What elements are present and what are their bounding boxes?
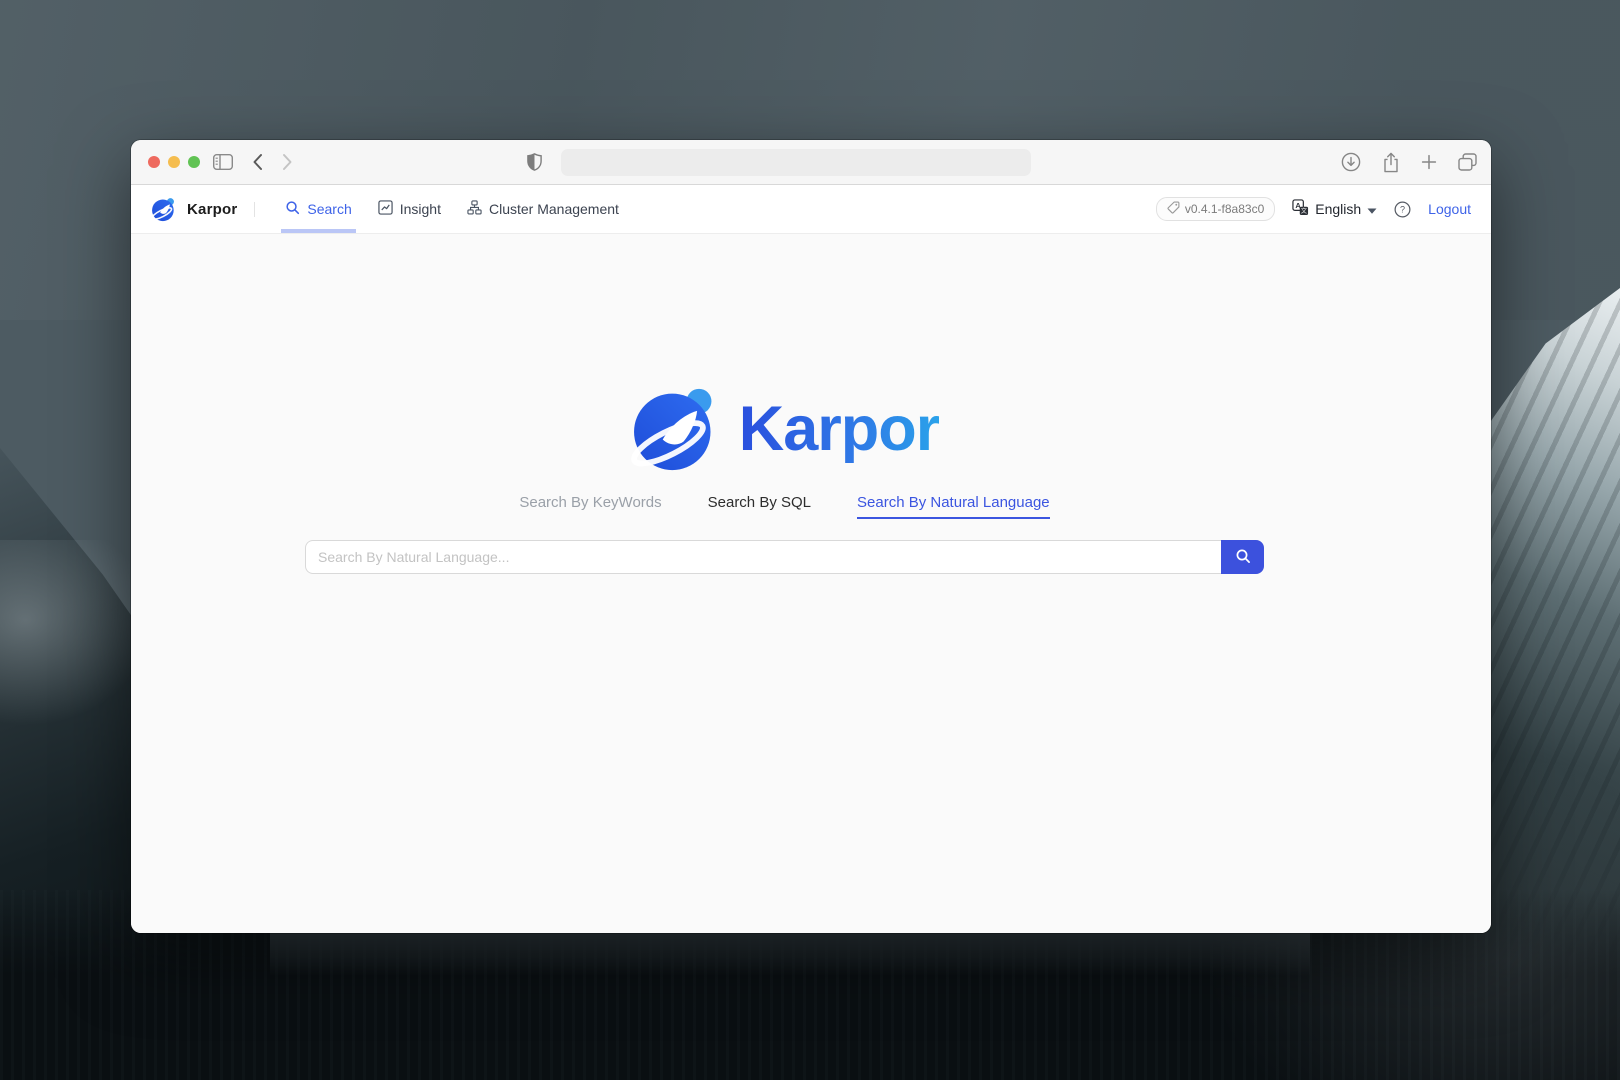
language-label: English xyxy=(1315,201,1361,217)
search-bar xyxy=(305,540,1264,574)
svg-text:?: ? xyxy=(1400,204,1405,214)
traffic-lights xyxy=(148,156,200,168)
forward-icon[interactable] xyxy=(282,153,293,171)
toolbar-center-group xyxy=(527,140,1031,184)
privacy-shield-icon[interactable] xyxy=(527,153,542,171)
svg-text:文: 文 xyxy=(1301,207,1307,215)
tab-search-by-natural-language[interactable]: Search By Natural Language xyxy=(857,494,1050,519)
help-icon[interactable]: ? xyxy=(1394,201,1411,218)
header-divider xyxy=(254,202,255,217)
search-input[interactable] xyxy=(305,540,1221,574)
karpor-logo-icon xyxy=(151,197,178,222)
cluster-tree-icon xyxy=(467,200,482,218)
tag-icon xyxy=(1167,201,1180,217)
main-content: Karpor Search By KeyWords Search By SQL … xyxy=(131,234,1491,933)
version-badge: v0.4.1-f8a83c0 xyxy=(1156,197,1275,221)
sidebar-toggle-icon[interactable] xyxy=(213,154,233,170)
brand-name: Karpor xyxy=(187,201,237,218)
nav-item-label: Insight xyxy=(400,201,441,217)
main-nav: Search Insight Cluster Management xyxy=(272,185,632,233)
browser-window: Karpor Search Insight Cluster Manageme xyxy=(131,140,1491,933)
logout-link[interactable]: Logout xyxy=(1428,201,1471,217)
header-right-group: v0.4.1-f8a83c0 A文 English ? Logout xyxy=(1156,197,1471,221)
karpor-hero-logo: Karpor xyxy=(630,386,940,472)
search-icon xyxy=(285,200,300,218)
hero-logo-text: Karpor xyxy=(739,393,940,465)
brand[interactable]: Karpor xyxy=(151,197,237,222)
version-label: v0.4.1-f8a83c0 xyxy=(1185,202,1264,216)
close-window-button[interactable] xyxy=(148,156,160,168)
nav-item-cluster-management[interactable]: Cluster Management xyxy=(454,185,632,233)
hero-section: Karpor Search By KeyWords Search By SQL … xyxy=(305,386,1264,574)
translate-icon: A文 xyxy=(1292,199,1309,219)
app-header: Karpor Search Insight Cluster Manageme xyxy=(131,185,1491,234)
nav-item-label: Cluster Management xyxy=(489,201,619,217)
nav-item-insight[interactable]: Insight xyxy=(365,185,454,233)
downloads-icon[interactable] xyxy=(1341,152,1361,172)
search-icon xyxy=(1235,548,1251,567)
tab-search-by-keywords[interactable]: Search By KeyWords xyxy=(519,494,661,519)
language-selector[interactable]: A文 English xyxy=(1292,199,1377,219)
tab-overview-icon[interactable] xyxy=(1458,153,1477,171)
insight-chart-icon xyxy=(378,200,393,218)
back-icon[interactable] xyxy=(252,153,263,171)
toolbar-left-group xyxy=(213,140,293,184)
nav-item-search[interactable]: Search xyxy=(272,185,364,233)
browser-toolbar xyxy=(131,140,1491,185)
toolbar-right-group xyxy=(1341,140,1477,184)
share-icon[interactable] xyxy=(1382,152,1400,173)
minimize-window-button[interactable] xyxy=(168,156,180,168)
address-bar[interactable] xyxy=(561,149,1031,176)
search-button[interactable] xyxy=(1221,540,1264,574)
nav-item-label: Search xyxy=(307,201,351,217)
search-mode-tabs: Search By KeyWords Search By SQL Search … xyxy=(519,494,1049,519)
chevron-down-icon xyxy=(1367,201,1377,217)
karpor-planet-icon xyxy=(630,386,726,472)
zoom-window-button[interactable] xyxy=(188,156,200,168)
new-tab-icon[interactable] xyxy=(1421,154,1437,170)
tab-search-by-sql[interactable]: Search By SQL xyxy=(708,494,811,519)
